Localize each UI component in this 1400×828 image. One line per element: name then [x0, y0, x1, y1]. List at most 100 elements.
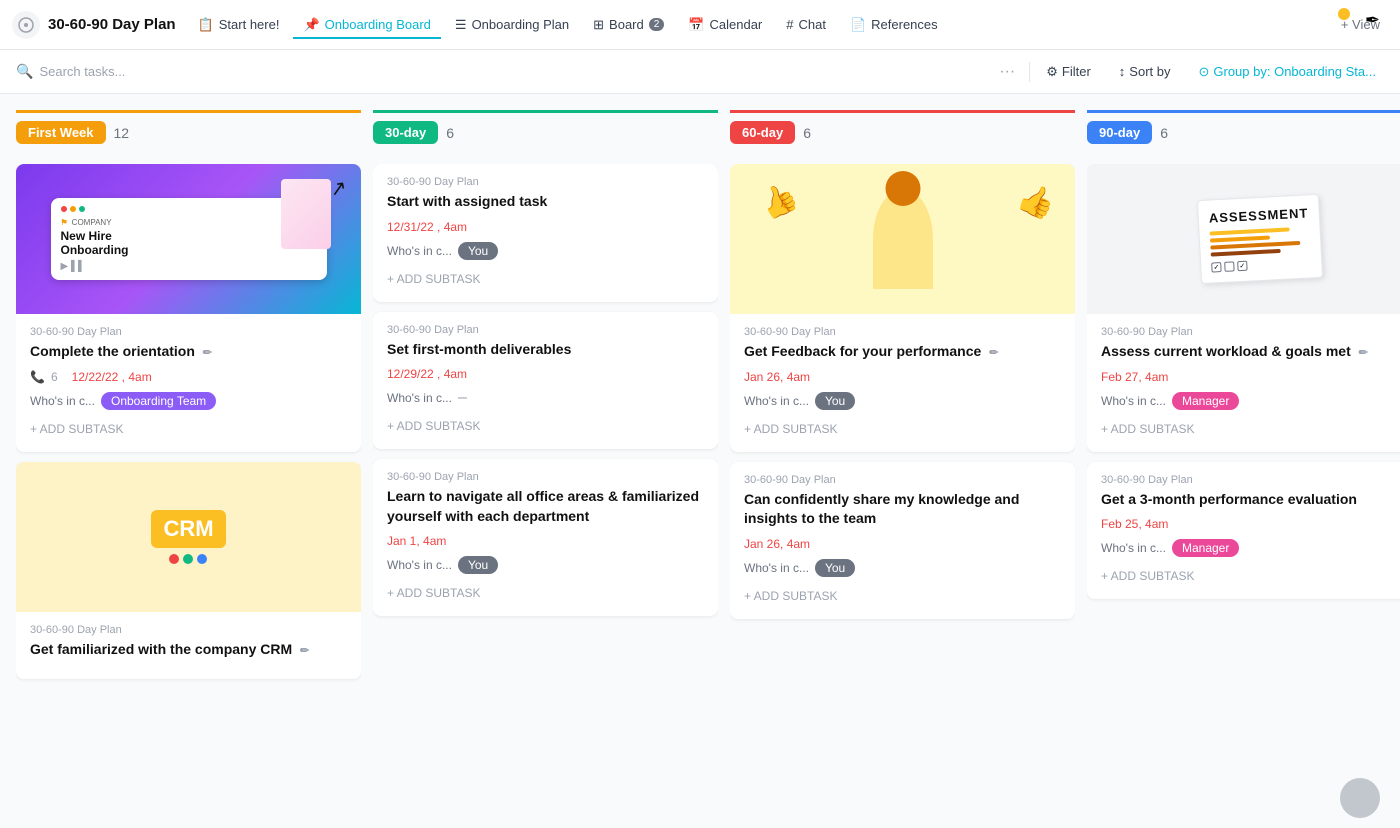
add-subtask-button-orientation[interactable]: + ADD SUBTASK	[30, 418, 347, 440]
assessment-content: ASSESSMENT ✓ ✓	[1191, 189, 1329, 289]
search-placeholder: Search tasks...	[39, 64, 125, 79]
90-day-tag[interactable]: 90-day	[1087, 121, 1152, 144]
assignee-manager-2: Manager	[1172, 539, 1239, 557]
assignee-you-1: You	[458, 242, 498, 260]
nav-chat[interactable]: # Chat	[776, 11, 836, 38]
card-body-eval: 30-60-90 Day Plan Get a 3-month performa…	[1087, 462, 1400, 600]
first-week-count: 12	[114, 125, 130, 141]
assignee-badge-onboarding: Onboarding Team	[101, 392, 216, 410]
card-body-knowledge: 30-60-90 Day Plan Can confidently share …	[730, 462, 1075, 619]
column-first-week: First Week 12 ⚑ COMPANY New HireOnboardi…	[16, 110, 361, 828]
calendar-icon: 📅	[688, 17, 704, 33]
card-meta-assigned: Who's in c... You	[387, 242, 704, 260]
assignee-you-4: You	[815, 392, 855, 410]
card-title-orientation: Complete the orientation ✏	[30, 342, 347, 362]
column-header-60day: 60-day 6	[730, 110, 1075, 152]
toolbar-right: ⚙ Filter ↕ Sort by ⊙ Group by: Onboardin…	[1038, 60, 1384, 84]
card-meta-office: Who's in c... You	[387, 556, 704, 574]
assignee-manager-1: Manager	[1172, 392, 1239, 410]
column-60-day: 60-day 6 👍 👍 30-60-90 Day Plan	[730, 110, 1075, 828]
card-assessment[interactable]: ASSESSMENT ✓ ✓	[1087, 164, 1400, 452]
add-subtask-button-2[interactable]: + ADD SUBTASK	[387, 415, 704, 437]
column-90-day: 90-day 6 ASSESSMENT	[1087, 110, 1400, 828]
card-title-assigned: Start with assigned task	[387, 192, 704, 212]
30-day-count: 6	[446, 125, 454, 141]
60-day-tag[interactable]: 60-day	[730, 121, 795, 144]
card-deliverables[interactable]: 30-60-90 Day Plan Set first-month delive…	[373, 312, 718, 450]
card-meta-orientation: Who's in c... Onboarding Team	[30, 392, 347, 410]
card-meta-assessment: Who's in c... Manager	[1101, 392, 1400, 410]
card-share-knowledge[interactable]: 30-60-90 Day Plan Can confidently share …	[730, 462, 1075, 619]
edit-icon4: ✏	[1359, 347, 1368, 359]
top-navigation: 30-60-90 Day Plan 📋 Start here! 📌 Onboar…	[0, 0, 1400, 50]
toolbar: 🔍 Search tasks... ··· ⚙ Filter ↕ Sort by…	[0, 50, 1400, 94]
head	[885, 171, 920, 206]
add-subtask-button-1[interactable]: + ADD SUBTASK	[387, 268, 704, 290]
checkboxes: ✓ ✓	[1211, 257, 1311, 272]
sort-icon: ↕	[1119, 64, 1126, 79]
card-body-deliverables: 30-60-90 Day Plan Set first-month delive…	[373, 312, 718, 450]
card-body-crm: 30-60-90 Day Plan Get familiarized with …	[16, 612, 361, 680]
add-subtask-button-7[interactable]: + ADD SUBTASK	[1101, 565, 1400, 587]
card-title-office: Learn to navigate all office areas & fam…	[387, 487, 704, 526]
assignee-dash: –	[458, 389, 467, 407]
card-assigned-task[interactable]: 30-60-90 Day Plan Start with assigned ta…	[373, 164, 718, 302]
nav-references[interactable]: 📄 References	[840, 11, 948, 39]
add-subtask-button-5[interactable]: + ADD SUBTASK	[744, 585, 1061, 607]
30-day-tag[interactable]: 30-day	[373, 121, 438, 144]
add-subtask-button-4[interactable]: + ADD SUBTASK	[744, 418, 1061, 440]
card-body-feedback: 30-60-90 Day Plan Get Feedback for your …	[730, 314, 1075, 452]
card-orientation[interactable]: ⚑ COMPANY New HireOnboarding ▶ ▌▌ ↗ 30-6…	[16, 164, 361, 452]
card-title-crm: Get familiarized with the company CRM ✏	[30, 640, 347, 660]
card-body-assigned: 30-60-90 Day Plan Start with assigned ta…	[373, 164, 718, 302]
add-subtask-button-3[interactable]: + ADD SUBTASK	[387, 582, 704, 604]
first-week-tag[interactable]: First Week	[16, 121, 106, 144]
nav-calendar[interactable]: 📅 Calendar	[678, 11, 772, 39]
card-performance-eval[interactable]: 30-60-90 Day Plan Get a 3-month performa…	[1087, 462, 1400, 600]
sort-button[interactable]: ↕ Sort by	[1111, 60, 1179, 83]
card-meta-eval: Who's in c... Manager	[1101, 539, 1400, 557]
card-crm[interactable]: CRM 30-60-90 Day Plan Get familiarized w…	[16, 462, 361, 680]
card-title-deliverables: Set first-month deliverables	[387, 340, 704, 360]
kanban-board: First Week 12 ⚑ COMPANY New HireOnboardi…	[0, 94, 1400, 828]
card-image-crm: CRM	[16, 462, 361, 612]
board-badge: 2	[649, 18, 665, 31]
card-image-feedback: 👍 👍	[730, 164, 1075, 314]
card-title-knowledge: Can confidently share my knowledge and i…	[744, 490, 1061, 529]
group-by-button[interactable]: ⊙ Group by: Onboarding Sta...	[1190, 60, 1384, 84]
new-hire-text: New HireOnboarding	[61, 229, 129, 258]
phone-icon: 📞	[30, 370, 45, 384]
30-day-cards: 30-60-90 Day Plan Start with assigned ta…	[373, 164, 718, 632]
more-options-button[interactable]: ···	[993, 61, 1021, 83]
filter-icon: ⚙	[1046, 64, 1058, 80]
card-meta-deliverables: Who's in c... –	[387, 389, 704, 407]
assessment-title-img: ASSESSMENT	[1208, 205, 1308, 225]
nav-start-here[interactable]: 📋 Start here!	[188, 11, 290, 39]
column-30-day: 30-day 6 30-60-90 Day Plan Start with as…	[373, 110, 718, 828]
nav-board[interactable]: ⊞ Board 2	[583, 11, 674, 39]
edit-icon3: ✏	[989, 347, 998, 359]
nav-onboarding-board[interactable]: 📌 Onboarding Board	[293, 11, 440, 39]
search-icon: 🔍	[16, 63, 33, 80]
feedback-person	[873, 189, 933, 289]
nav-onboarding-plan[interactable]: ☰ Onboarding Plan	[445, 11, 579, 39]
browser-dots	[61, 206, 85, 212]
column-header-90day: 90-day 6	[1087, 110, 1400, 152]
page-title: 30-60-90 Day Plan	[48, 16, 176, 33]
edit-icon2: ✏	[300, 645, 309, 657]
add-subtask-button-6[interactable]: + ADD SUBTASK	[1101, 418, 1400, 440]
thumbsup2: 👍	[1013, 179, 1060, 225]
card-meta-knowledge: Who's in c... You	[744, 559, 1061, 577]
board-icon: ⊞	[593, 17, 604, 33]
filter-button[interactable]: ⚙ Filter	[1038, 60, 1099, 84]
card-image-assessment: ASSESSMENT ✓ ✓	[1087, 164, 1400, 314]
card-office-areas[interactable]: 30-60-90 Day Plan Learn to navigate all …	[373, 459, 718, 616]
search-area[interactable]: 🔍 Search tasks...	[16, 63, 985, 80]
pin-icon: 📌	[303, 17, 319, 33]
card-image-onboarding: ⚑ COMPANY New HireOnboarding ▶ ▌▌ ↗	[16, 164, 361, 314]
card-feedback[interactable]: 👍 👍 30-60-90 Day Plan Get Feedback for y…	[730, 164, 1075, 452]
hash-icon: #	[786, 17, 793, 32]
subtask-row: 📞 6 12/22/22 , 4am	[30, 370, 347, 384]
card-body-assessment: 30-60-90 Day Plan Assess current workloa…	[1087, 314, 1400, 452]
play-controls: ▶ ▌▌	[61, 261, 86, 272]
